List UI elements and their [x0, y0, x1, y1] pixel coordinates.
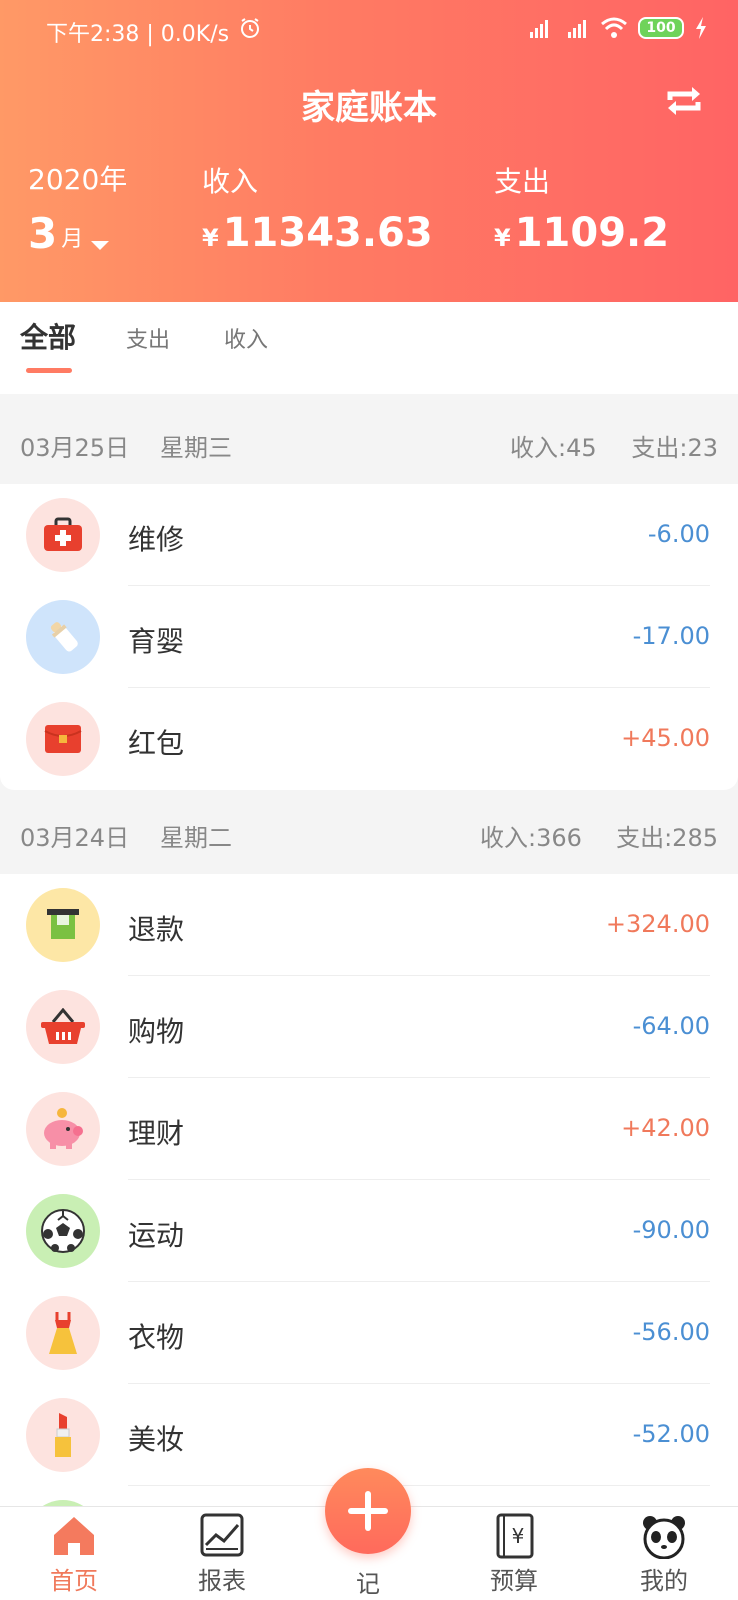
header: 下午2:38 | 0.0K/s 100 家庭账本 2020年 3 月 收入 ¥ … — [0, 0, 738, 302]
day-date: 03月24日 — [20, 824, 130, 852]
record-row[interactable]: 退款 +324.00 — [0, 874, 738, 976]
record-category: 退款 — [128, 913, 185, 946]
record-category: 衣物 — [128, 1321, 185, 1354]
record-row[interactable]: 运动 -90.00 — [0, 1180, 738, 1282]
record-amount: +45.00 — [621, 724, 710, 752]
day-records: 退款 +324.00 购物 -64.00 理财 +42.00 运动 -90.00… — [0, 874, 738, 1506]
nav-home[interactable]: 首页 — [24, 1513, 124, 1596]
refund-icon — [26, 888, 100, 962]
year-label[interactable]: 2020年 — [28, 158, 127, 198]
battery-icon: 100 — [638, 17, 684, 39]
record-row[interactable]: 红包 +45.00 — [0, 688, 738, 790]
income-amount: 11343.63 — [222, 210, 433, 256]
day-expense: 支出:23 — [631, 434, 718, 462]
income-total: ¥ 11343.63 — [202, 210, 433, 256]
first-aid-kit-icon — [26, 498, 100, 572]
switch-book-icon[interactable] — [664, 84, 704, 118]
record-category: 育婴 — [128, 625, 185, 658]
record-category: 理财 — [128, 1117, 185, 1150]
tab-all[interactable]: 全部 — [20, 316, 76, 356]
record-row[interactable]: 维修 -6.00 — [0, 484, 738, 586]
nav-budget-label: 预算 — [490, 1567, 538, 1595]
currency-symbol: ¥ — [202, 224, 219, 252]
day-income: 收入:366 — [480, 824, 582, 852]
month-selector[interactable]: 3 月 — [28, 209, 110, 258]
record-amount: -52.00 — [632, 1420, 710, 1448]
caret-down-icon — [91, 241, 110, 250]
expense-label: 支出 — [494, 165, 551, 198]
nav-mine[interactable]: 我的 — [614, 1513, 714, 1596]
charging-icon — [696, 17, 706, 39]
expense-amount: 1109.2 — [514, 210, 670, 256]
record-row[interactable]: 理财 +42.00 — [0, 1078, 738, 1180]
app-title: 家庭账本 — [301, 88, 437, 128]
record-category: 运动 — [128, 1219, 185, 1252]
expense-total: ¥ 1109.2 — [494, 210, 669, 256]
record-amount: +42.00 — [621, 1114, 710, 1142]
filter-tabs: 全部 支出 收入 — [0, 302, 738, 394]
status-bar: 下午2:38 | 0.0K/s 100 — [0, 0, 738, 62]
record-amount: -17.00 — [632, 622, 710, 650]
soccer-ball-icon — [26, 1194, 100, 1268]
tab-expense[interactable]: 支出 — [126, 322, 170, 354]
signal-icon — [530, 20, 548, 38]
wifi-icon — [601, 17, 627, 38]
nav-mine-label: 我的 — [640, 1567, 688, 1595]
record-category: 购物 — [128, 1015, 185, 1048]
record-category: 维修 — [128, 523, 185, 556]
record-amount: +324.00 — [605, 910, 710, 938]
active-tab-indicator — [26, 368, 72, 373]
red-envelope-icon — [26, 702, 100, 776]
chart-icon — [200, 1513, 244, 1557]
home-icon — [54, 1517, 94, 1555]
month-number: 3 — [28, 209, 58, 258]
add-record-label: 记 — [356, 1570, 380, 1598]
record-row[interactable]: 育婴 -17.00 — [0, 586, 738, 688]
currency-symbol: ¥ — [494, 224, 511, 252]
day-weekday: 星期二 — [160, 824, 232, 852]
day-header: 03月25日 星期三 收入:45 支出:23 — [0, 400, 738, 484]
day-weekday: 星期三 — [160, 434, 232, 462]
lipstick-icon — [26, 1398, 100, 1472]
alarm-icon — [241, 18, 259, 38]
nav-budget[interactable]: ¥ 预算 — [464, 1513, 564, 1596]
record-category: 美妆 — [128, 1423, 185, 1456]
dress-icon — [26, 1296, 100, 1370]
day-date: 03月25日 — [20, 434, 130, 462]
baby-bottle-icon — [26, 600, 100, 674]
record-category: 红包 — [128, 727, 185, 760]
record-amount: -90.00 — [632, 1216, 710, 1244]
record-amount: -64.00 — [632, 1012, 710, 1040]
signal-icon-2 — [568, 20, 586, 38]
panda-avatar-icon — [643, 1516, 685, 1559]
income-label: 收入 — [202, 165, 259, 198]
nav-home-label: 首页 — [50, 1567, 98, 1595]
budget-book-icon: ¥ — [496, 1513, 534, 1559]
month-unit: 月 — [61, 227, 84, 252]
record-amount: -6.00 — [647, 520, 710, 548]
day-header: 03月24日 星期二 收入:366 支出:285 — [0, 790, 738, 874]
day-expense: 支出:285 — [616, 824, 718, 852]
add-record-button[interactable] — [325, 1468, 411, 1554]
shopping-basket-icon — [26, 990, 100, 1064]
record-amount: -56.00 — [632, 1318, 710, 1346]
status-icons: 100 — [524, 16, 708, 40]
piggy-bank-icon — [26, 1092, 100, 1166]
day-income: 收入:45 — [510, 434, 597, 462]
day-records: 维修 -6.00 育婴 -17.00 红包 +45.00 — [0, 484, 738, 790]
tab-income[interactable]: 收入 — [224, 322, 268, 354]
nav-report[interactable]: 报表 — [172, 1513, 272, 1596]
svg-text:¥: ¥ — [512, 1524, 525, 1548]
record-row[interactable]: 衣物 -56.00 — [0, 1282, 738, 1384]
nav-report-label: 报表 — [198, 1567, 246, 1595]
record-row[interactable]: 购物 -64.00 — [0, 976, 738, 1078]
plus-icon — [348, 1491, 388, 1531]
status-time: 下午2:38 | 0.0K/s — [46, 22, 230, 47]
